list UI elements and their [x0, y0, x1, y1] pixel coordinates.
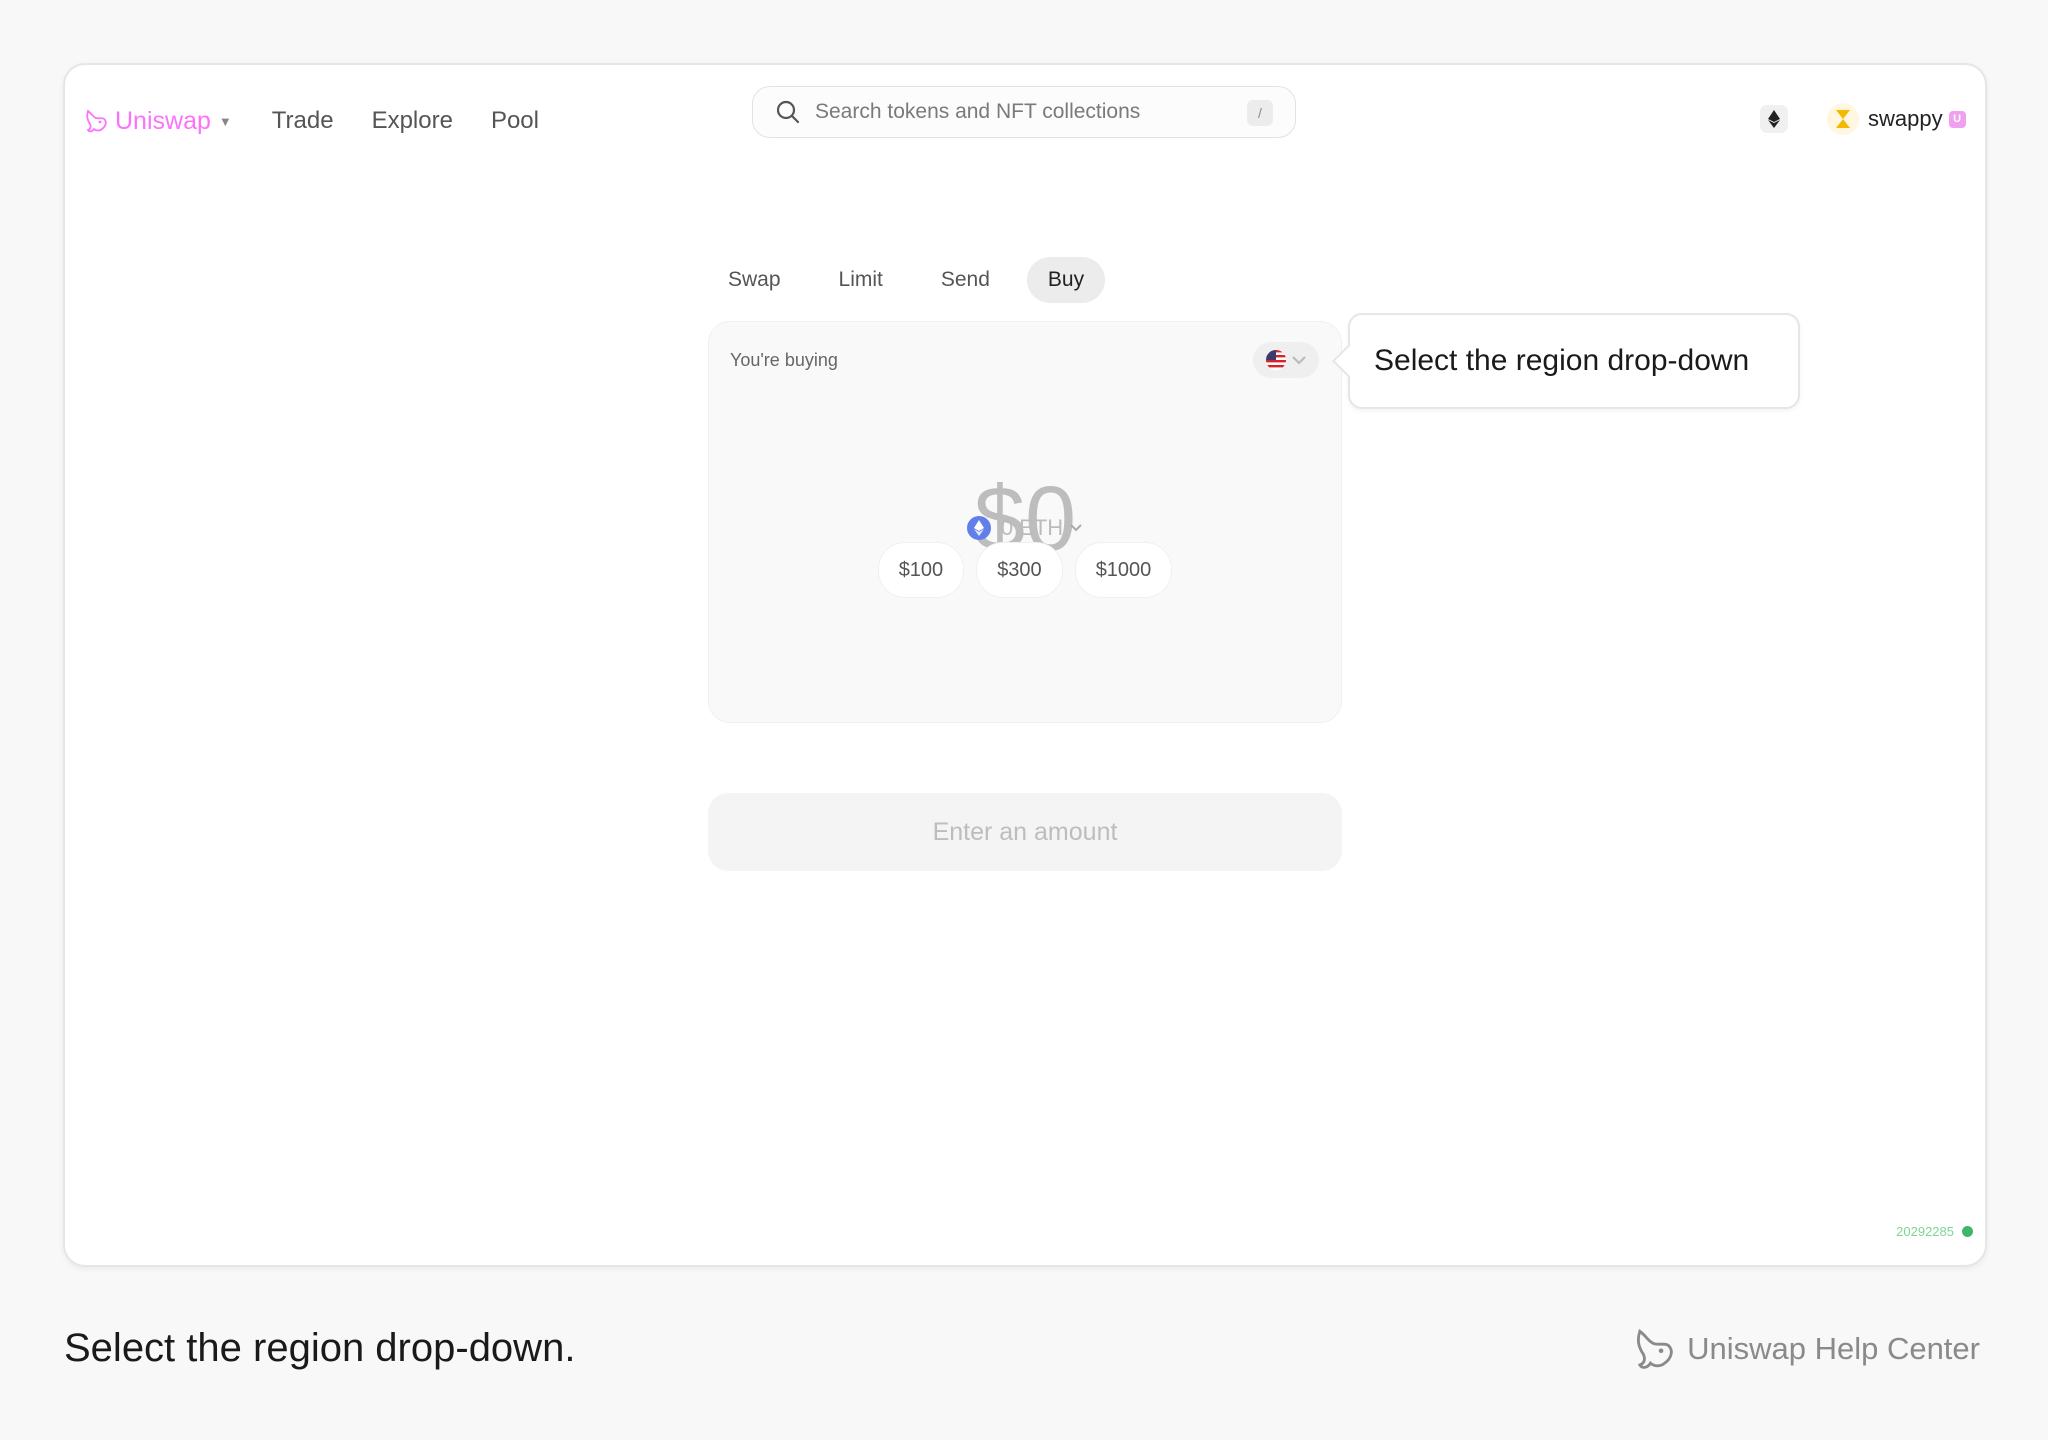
buy-card: You're buying $0 0 ETH $100 $300 $1000	[708, 321, 1342, 723]
preset-1000-button[interactable]: $1000	[1074, 542, 1173, 598]
buying-label: You're buying	[730, 350, 838, 370]
nav-pool[interactable]: Pool	[491, 107, 539, 135]
step-caption: Select the region drop-down.	[64, 1326, 576, 1370]
chevron-down-icon: ▼	[218, 113, 232, 129]
chevron-down-icon	[1070, 524, 1082, 532]
trade-tabs: Swap Limit Send Buy	[707, 257, 1121, 303]
nav-trade[interactable]: Trade	[272, 107, 334, 135]
search-input[interactable]	[813, 99, 1237, 125]
region-dropdown[interactable]	[1253, 342, 1319, 378]
uniswap-logo-icon	[1637, 1328, 1673, 1369]
status-dot-icon	[1962, 1226, 1973, 1237]
token-selector[interactable]: 0 ETH	[966, 515, 1083, 541]
top-nav: Uniswap ▼ Trade Explore Pool	[83, 101, 539, 141]
version-number: 20292285	[1896, 1224, 1954, 1239]
preset-300-button[interactable]: $300	[976, 542, 1063, 598]
hourglass-icon	[1836, 110, 1850, 128]
nav-explore[interactable]: Explore	[372, 107, 453, 135]
eth-token-icon	[966, 516, 991, 540]
account-name: swappy	[1868, 106, 1943, 131]
uniswap-logo-icon	[86, 109, 107, 133]
account-button[interactable]: swappy U	[1827, 103, 1966, 135]
tab-buy[interactable]: Buy	[1026, 257, 1106, 303]
brand-menu[interactable]: Uniswap ▼	[83, 107, 232, 136]
enter-amount-button[interactable]: Enter an amount	[708, 793, 1342, 871]
tab-limit[interactable]: Limit	[818, 257, 904, 303]
search-bar[interactable]: /	[752, 86, 1296, 138]
account-badge: U	[1948, 110, 1966, 128]
tab-swap[interactable]: Swap	[707, 257, 802, 303]
search-icon	[776, 100, 800, 124]
version-indicator: 20292285	[1896, 1224, 1973, 1239]
brand-label: Uniswap	[115, 106, 211, 135]
tab-send[interactable]: Send	[920, 257, 1011, 303]
token-row: 0 ETH	[709, 515, 1341, 686]
chevron-down-icon	[1292, 356, 1306, 365]
network-selector[interactable]	[1760, 105, 1788, 133]
guide-tooltip: Select the region drop-down	[1348, 313, 1800, 409]
preset-100-button[interactable]: $100	[877, 542, 965, 598]
help-center-brand: Uniswap Help Center	[1631, 1326, 1980, 1372]
us-flag-icon	[1266, 350, 1286, 370]
app-window: Uniswap ▼ Trade Explore Pool / swappy U …	[63, 63, 1987, 1267]
shortcut-hint: /	[1247, 100, 1273, 126]
ethereum-icon	[1768, 110, 1780, 128]
token-amount: 0 ETH	[1000, 515, 1064, 540]
preset-amounts: $100 $300 $1000	[709, 542, 1341, 598]
avatar	[1827, 103, 1859, 135]
help-center-label: Uniswap Help Center	[1687, 1331, 1980, 1366]
